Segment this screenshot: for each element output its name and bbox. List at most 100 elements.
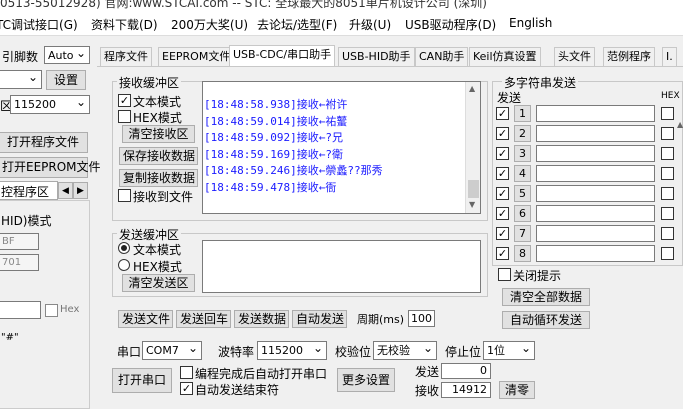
multi-send-button[interactable]: 6 xyxy=(514,205,531,222)
parity-select[interactable]: 无校验 xyxy=(373,339,437,360)
menu-item-award[interactable]: 200万大奖(U) xyxy=(171,16,248,33)
multi-hex-checkbox[interactable] xyxy=(661,167,674,180)
clear-send-button[interactable]: 清空发送区 xyxy=(122,274,195,292)
tab-keil-sim[interactable]: Keil仿真设置 xyxy=(469,47,541,66)
period-input[interactable]: 100 xyxy=(408,310,435,327)
multi-hex-checkbox[interactable] xyxy=(661,187,674,200)
multi-string-input[interactable] xyxy=(536,125,655,142)
multi-string-input[interactable] xyxy=(536,205,655,222)
multi-scroll-up-icon[interactable]: ▲ xyxy=(677,120,683,129)
tab-usb-cdc-serial[interactable]: USB-CDC/串口助手 xyxy=(229,45,336,66)
hex-checkbox[interactable] xyxy=(45,304,58,317)
chip-select[interactable] xyxy=(0,68,42,89)
left-baud-select[interactable]: 115200 xyxy=(10,93,90,114)
menu-item-usb-driver[interactable]: USB驱动程序(D) xyxy=(405,16,496,33)
copy-receive-button[interactable]: 复制接收数据 xyxy=(119,169,198,187)
send-hex-mode-radio[interactable] xyxy=(118,259,130,271)
save-receive-button[interactable]: 保存接收数据 xyxy=(119,147,198,165)
multi-send-button[interactable]: 1 xyxy=(514,105,531,122)
multi-send-checkbox[interactable]: ✓ xyxy=(496,147,509,160)
open-eeprom-file-button[interactable]: 打开EEPROM文件 xyxy=(0,157,101,178)
multi-send-button[interactable]: 5 xyxy=(514,185,531,202)
multi-hex-checkbox[interactable] xyxy=(661,107,674,120)
field-701[interactable]: 701 xyxy=(0,254,39,271)
auto-send-button[interactable]: 自动发送 xyxy=(292,310,347,328)
multi-send-button[interactable]: 4 xyxy=(514,165,531,182)
multi-hex-checkbox[interactable] xyxy=(661,247,674,260)
open-program-file-button[interactable]: 打开程序文件 xyxy=(0,132,88,153)
multi-send-checkbox[interactable]: ✓ xyxy=(496,247,509,260)
menu-item-debug[interactable]: TC调试接口(G) xyxy=(0,16,78,33)
menu-item-upgrade[interactable]: 升级(U) xyxy=(349,16,391,33)
auto-open-checkbox[interactable] xyxy=(180,366,193,379)
clear-all-data-button[interactable]: 清空全部数据 xyxy=(502,288,590,306)
menu-item-english[interactable]: English xyxy=(509,16,552,30)
send-data-button[interactable]: 发送数据 xyxy=(234,310,289,328)
scroll-thumb[interactable] xyxy=(468,180,479,198)
send-text-area[interactable] xyxy=(202,240,481,293)
recv-hex-mode-checkbox[interactable] xyxy=(118,110,131,123)
clear-count-button[interactable]: 清零 xyxy=(499,381,535,399)
send-file-button[interactable]: 发送文件 xyxy=(118,310,173,328)
multi-send-button[interactable]: 2 xyxy=(514,125,531,142)
send-text-mode-radio[interactable] xyxy=(118,242,130,254)
multi-string-input[interactable] xyxy=(536,185,655,202)
multi-send-checkbox[interactable]: ✓ xyxy=(496,187,509,200)
tab-more[interactable]: I. xyxy=(662,47,677,66)
tab-eeprom-file[interactable]: EEPROM文件 xyxy=(158,47,235,66)
more-settings-button[interactable]: 更多设置 xyxy=(337,368,395,392)
tab-can[interactable]: CAN助手 xyxy=(415,47,469,66)
receive-scrollbar[interactable]: ▲ ▼ xyxy=(465,82,480,213)
pin-count-select[interactable]: Auto xyxy=(44,44,90,64)
menu-item-download[interactable]: 资料下载(D) xyxy=(91,16,158,33)
multi-string-input[interactable] xyxy=(536,225,655,242)
auto-loop-send-button[interactable]: 自动循环发送 xyxy=(502,311,590,329)
port-select[interactable]: COM7 xyxy=(142,339,202,360)
settings-button[interactable]: 设置 xyxy=(46,70,86,90)
field-bf[interactable]: BF xyxy=(0,233,39,250)
multi-hex-checkbox[interactable] xyxy=(661,127,674,140)
multi-send-checkbox[interactable]: ✓ xyxy=(496,127,509,140)
receive-to-file-checkbox[interactable] xyxy=(118,189,131,202)
menu-bar: TC调试接口(G) 资料下载(D) 200万大奖(U) 去论坛/选型(F) 升级… xyxy=(0,12,683,36)
recv-text-mode-checkbox[interactable]: ✓ xyxy=(118,94,131,107)
multi-send-checkbox[interactable]: ✓ xyxy=(496,107,509,120)
multi-hex-checkbox[interactable] xyxy=(661,147,674,160)
multi-send-button[interactable]: 3 xyxy=(514,145,531,162)
multi-send-checkbox[interactable]: ✓ xyxy=(496,227,509,240)
multi-hex-checkbox[interactable] xyxy=(661,207,674,220)
hex-label: Hex xyxy=(60,304,80,315)
menu-item-forum[interactable]: 去论坛/选型(F) xyxy=(257,16,337,33)
port-label: 串口 xyxy=(117,345,142,359)
close-tip-checkbox[interactable] xyxy=(498,268,511,281)
multi-hex-checkbox[interactable] xyxy=(661,227,674,240)
open-serial-button[interactable]: 打开串口 xyxy=(112,368,172,393)
multi-send-button[interactable]: 7 xyxy=(514,225,531,242)
tab-program-file[interactable]: 程序文件 xyxy=(100,47,152,66)
scroll-right-button[interactable]: ▶ xyxy=(73,182,88,199)
program-area-tab[interactable]: 控程序区 xyxy=(0,181,58,200)
multi-send-button[interactable]: 8 xyxy=(514,245,531,262)
scroll-down-icon[interactable]: ▼ xyxy=(469,200,475,209)
multi-row-5: ✓ 5 xyxy=(495,184,683,204)
auto-end-checkbox[interactable]: ✓ xyxy=(180,382,193,395)
stop-bits-select[interactable]: 1位 xyxy=(483,339,535,360)
receive-text-area[interactable]: [18:48:58.938]接收←祔许 [18:48:59.014]接收←祐鼜 … xyxy=(202,81,481,214)
multi-row-7: ✓ 7 xyxy=(495,224,683,244)
multi-send-checkbox[interactable]: ✓ xyxy=(496,167,509,180)
send-return-button[interactable]: 发送回车 xyxy=(176,310,231,328)
tab-header-file[interactable]: 头文件 xyxy=(554,47,595,66)
tab-examples[interactable]: 范例程序 xyxy=(603,47,655,66)
scroll-left-button[interactable]: ◀ xyxy=(58,182,73,199)
scroll-up-icon[interactable]: ▲ xyxy=(469,84,475,93)
baud-rate-select[interactable]: 115200 xyxy=(257,339,327,360)
multi-string-input[interactable] xyxy=(536,145,655,162)
multi-string-input[interactable] xyxy=(536,165,655,182)
period-label: 周期(ms) xyxy=(357,313,405,326)
clear-receive-button[interactable]: 清空接收区 xyxy=(122,125,195,143)
hex-input[interactable] xyxy=(0,301,41,319)
multi-send-checkbox[interactable]: ✓ xyxy=(496,207,509,220)
multi-string-input[interactable] xyxy=(536,245,655,262)
tab-usb-hid[interactable]: USB-HID助手 xyxy=(338,47,415,66)
multi-string-input[interactable] xyxy=(536,105,655,122)
